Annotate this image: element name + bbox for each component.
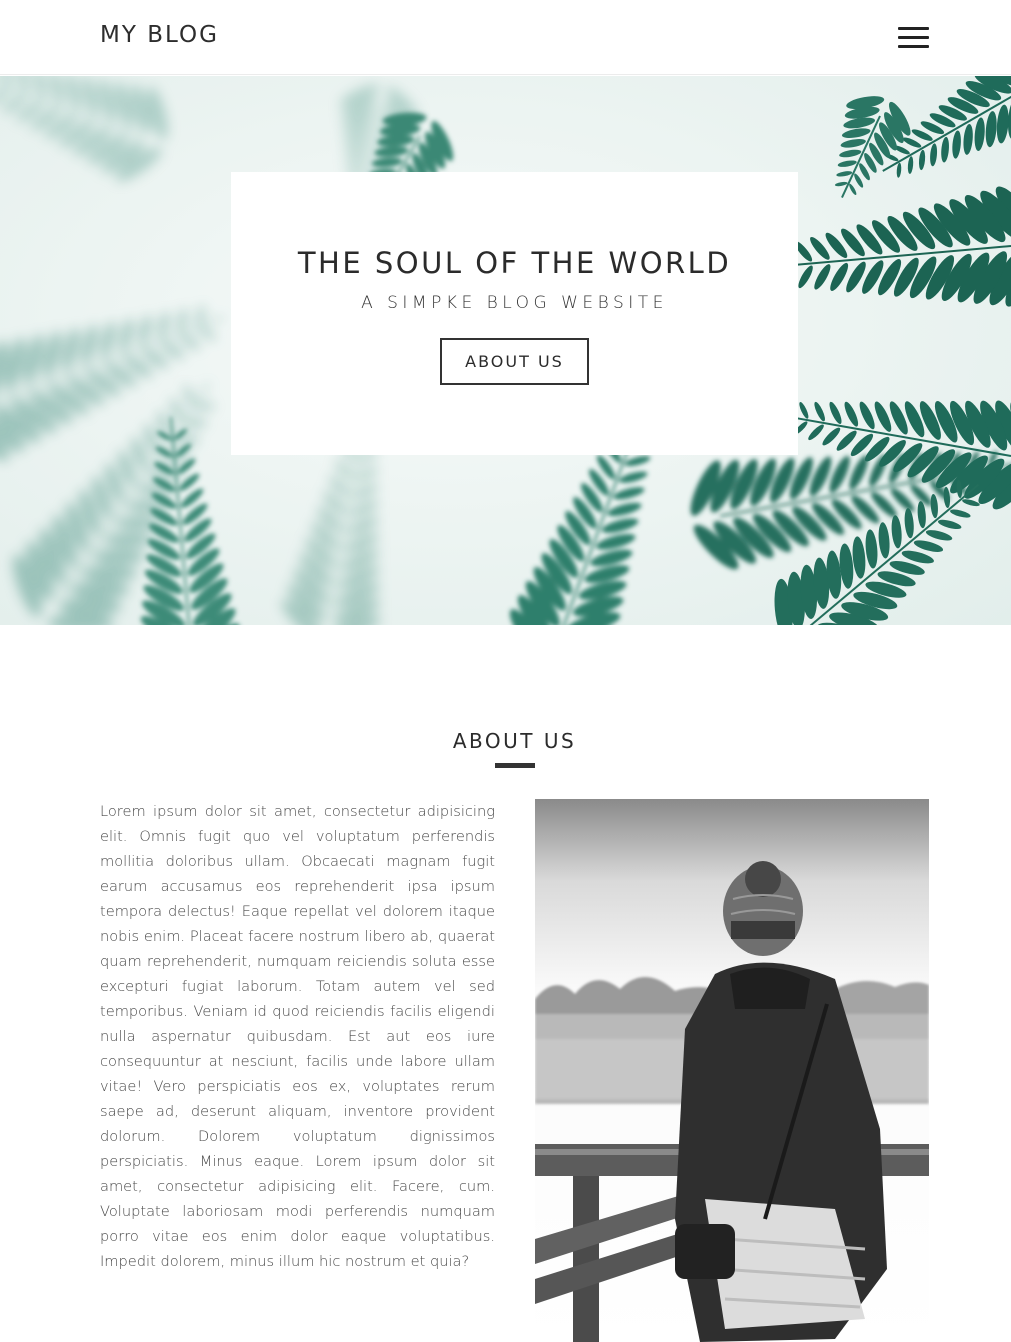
menu-line bbox=[898, 45, 929, 48]
menu-line bbox=[898, 27, 929, 30]
hero-card: THE SOUL OF THE WORLD A SIMPKE BLOG WEBS… bbox=[231, 172, 798, 455]
fern-frond bbox=[784, 400, 1011, 510]
hamburger-menu-icon[interactable] bbox=[898, 26, 930, 50]
site-header: MY BLOG bbox=[0, 0, 1011, 75]
fern-frond bbox=[0, 305, 225, 461]
site-brand[interactable]: MY BLOG bbox=[100, 22, 219, 48]
hero-title: THE SOUL OF THE WORLD bbox=[297, 246, 732, 280]
about-paragraph: Lorem ipsum dolor sit amet, consectetur … bbox=[100, 803, 495, 1270]
woman-at-railing-photo bbox=[535, 799, 929, 1342]
about-us-button[interactable]: ABOUT US bbox=[440, 338, 589, 385]
photo-illustration bbox=[535, 799, 929, 1342]
about-heading: ABOUT US bbox=[452, 729, 577, 753]
fern-frond bbox=[834, 96, 911, 198]
hero-section: THE SOUL OF THE WORLD A SIMPKE BLOG WEBS… bbox=[0, 76, 1011, 625]
hero-subtitle: A SIMPKE BLOG WEBSITE bbox=[361, 293, 668, 313]
fern-frond bbox=[0, 76, 168, 182]
heading-underline bbox=[495, 763, 535, 768]
menu-line bbox=[898, 36, 929, 39]
